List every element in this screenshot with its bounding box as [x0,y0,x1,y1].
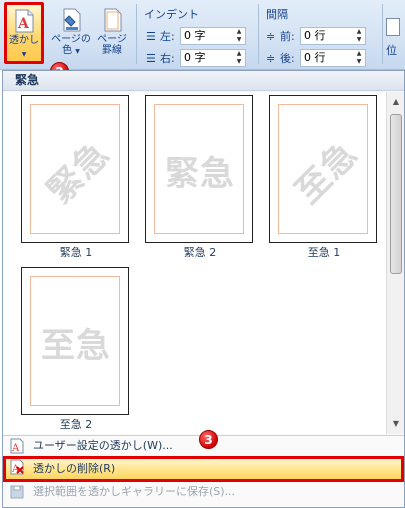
position-button[interactable]: 位 [386,18,405,64]
indent-right-row: ☰ 右: 0 字 ▲ ▼ [146,49,246,67]
group-divider [382,4,383,64]
space-after-input[interactable]: 0 行 ▲ ▼ [300,49,366,67]
watermark-text: 緊急 [165,153,235,194]
indent-left-label: 左: [160,30,175,43]
indent-right-icon: ☰ [146,51,156,65]
custom-watermark-label: ユーザー設定の透かし(W)... [33,439,173,452]
page-preview: 至急 [21,267,129,415]
indent-left-input[interactable]: 0 字 ▲ ▼ [180,27,246,45]
spacing-group-title: 間隔 [266,8,288,21]
dropdown-arrow-icon: ▼ [75,48,80,55]
tile-caption: 至急 1 [307,246,341,259]
watermark-text: 緊急 [39,133,118,212]
space-after-row: ≑ 後: 0 行 ▲ ▼ [266,49,366,67]
watermark-label: 透かし [9,35,39,46]
page-color-button[interactable]: ページの 色 ▼ [50,4,92,62]
watermark-text: 至急 [287,133,366,212]
space-after-label: 後: [280,52,295,65]
svg-text:A: A [17,16,30,32]
scroll-down-icon[interactable]: ▼ [388,416,404,432]
page-border-button[interactable]: ページ 罫線 [94,4,130,62]
space-after-icon: ≑ [266,51,276,65]
space-before-input[interactable]: 0 行 ▲ ▼ [300,27,366,45]
spinner-arrows-icon[interactable]: ▲ ▼ [233,28,245,44]
gallery-scrollbar[interactable]: ▲ ▼ [386,92,404,434]
spinner-arrows-icon[interactable]: ▲ ▼ [233,50,245,66]
remove-watermark-icon: A [10,459,24,475]
page-preview: 緊急 [145,95,253,243]
page-border-label-1: ページ [97,34,127,45]
page-color-label-2: 色 [62,45,73,56]
group-divider [258,4,259,64]
remove-watermark-label: 透かしの削除(R) [33,462,116,475]
position-icon [386,18,400,36]
page-border-label-2: 罫線 [102,45,122,56]
indent-left-icon: ☰ [146,29,156,43]
watermark-button[interactable]: A 透かし ▼ [4,2,44,64]
group-divider [136,4,137,64]
indent-left-value: 0 字 [184,29,206,42]
custom-watermark-icon: A [10,438,24,454]
dropdown-arrow-icon: ▼ [21,51,27,58]
ribbon: A 透かし ▼ 2 ページの 色 ▼ ページ 罫線 インデント ☰ 左: 0 字… [0,0,405,81]
tile-caption: 至急 2 [59,418,93,431]
gallery-tile-asap-2[interactable]: 至急 至急 2 [21,267,131,431]
remove-watermark-menu-item[interactable]: A 透かしの削除(R) [3,456,404,482]
page-preview: 緊急 [21,95,129,243]
space-before-value: 0 行 [304,29,326,42]
indent-group-title: インデント [144,8,199,21]
watermark-text: 至急 [41,325,111,366]
page-color-label-1: ページの [51,34,91,45]
svg-text:A: A [11,443,20,454]
indent-right-label: 右: [160,52,175,65]
position-label: 位 [386,44,397,57]
space-before-icon: ≑ [266,29,276,43]
gallery-tile-urgent-2[interactable]: 緊急 緊急 2 [145,95,255,259]
tile-caption: 緊急 1 [59,246,93,259]
page-color-icon [63,8,81,32]
watermark-icon: A [15,9,34,33]
save-selection-label: 選択範囲を透かしギャラリーに保存(S)... [33,485,236,498]
gallery-tile-urgent-1[interactable]: 緊急 緊急 1 [21,95,131,259]
save-selection-menu-item: 選択範囲を透かしギャラリーに保存(S)... [3,482,404,502]
spinner-arrows-icon[interactable]: ▲ ▼ [353,50,365,66]
space-before-label: 前: [280,30,295,43]
save-to-gallery-icon [10,485,24,499]
indent-left-row: ☰ 左: 0 字 ▲ ▼ [146,27,246,45]
scroll-up-icon[interactable]: ▲ [388,94,404,110]
indent-right-input[interactable]: 0 字 ▲ ▼ [180,49,246,67]
space-after-value: 0 行 [304,51,326,64]
page-border-icon [104,8,122,32]
gallery-grid: 緊急 緊急 1 緊急 緊急 2 至急 至急 1 至急 至急 2 [3,92,386,434]
spinner-arrows-icon[interactable]: ▲ ▼ [353,28,365,44]
space-before-row: ≑ 前: 0 行 ▲ ▼ [266,27,366,45]
scrollbar-thumb[interactable] [390,114,402,274]
tile-caption: 緊急 2 [183,246,217,259]
gallery-section-title: 緊急 [3,71,404,91]
gallery-tile-asap-1[interactable]: 至急 至急 1 [269,95,379,259]
step-badge-3: 3 [199,430,218,449]
page-preview: 至急 [269,95,377,243]
indent-right-value: 0 字 [184,51,206,64]
